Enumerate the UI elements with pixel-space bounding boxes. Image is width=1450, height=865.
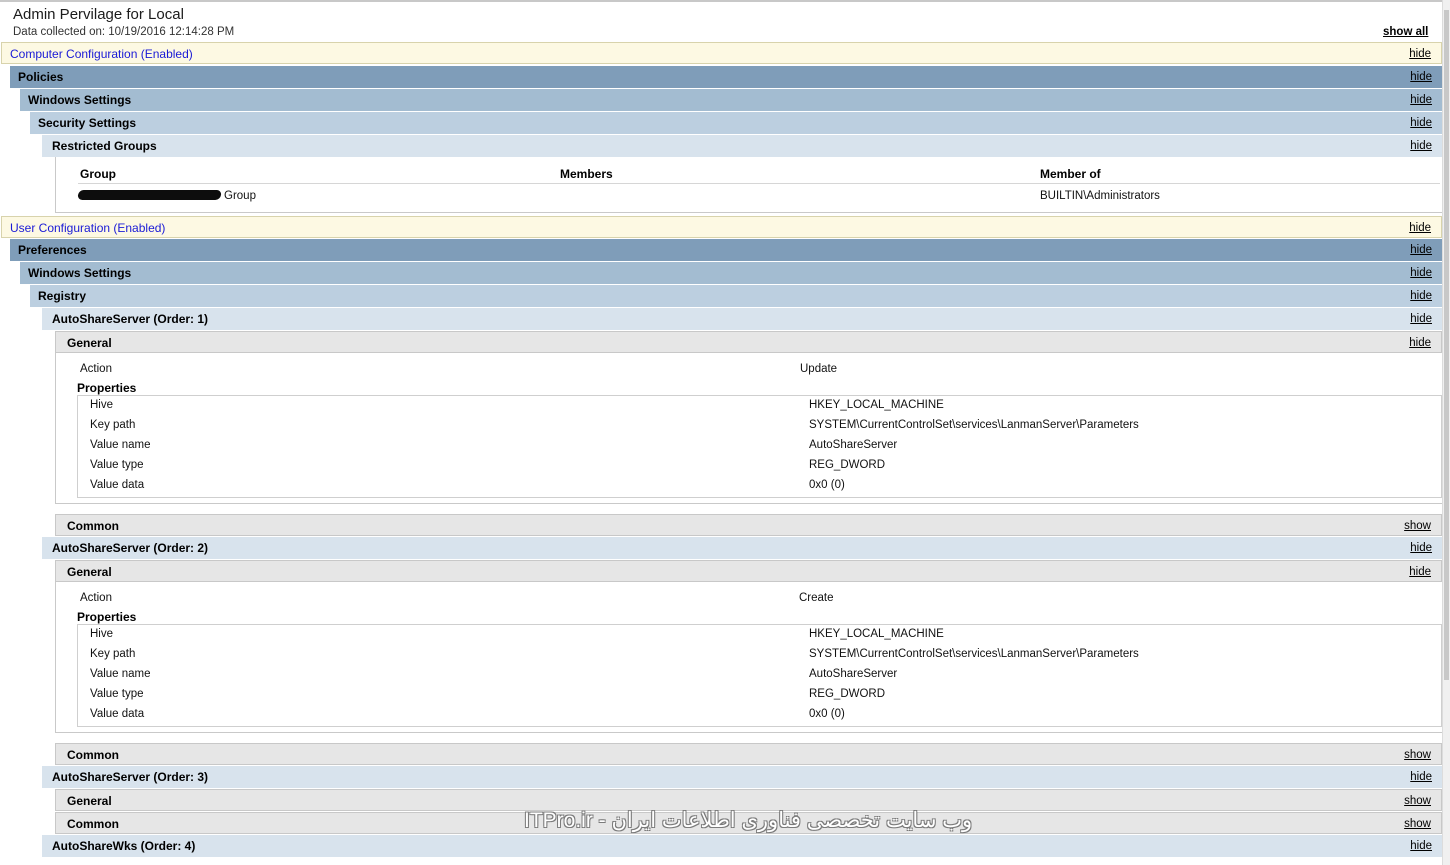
common-label: Common xyxy=(67,519,119,533)
property-value: SYSTEM\CurrentControlSet\services\Lanman… xyxy=(809,648,1139,660)
common-label: Common xyxy=(67,748,119,762)
property-name: Value name xyxy=(90,439,151,451)
user-windows-settings-hide-link[interactable]: hide xyxy=(1410,267,1432,279)
common-section-header[interactable]: Common show xyxy=(55,514,1442,536)
column-header-members: Members xyxy=(560,167,613,181)
data-collected-text: Data collected on: 10/19/2016 12:14:28 P… xyxy=(13,26,235,38)
preferences-hide-link[interactable]: hide xyxy=(1410,244,1432,256)
windows-settings-header[interactable]: Windows Settings hide xyxy=(20,89,1442,111)
report-title: Admin Pervilage for Local xyxy=(13,6,184,23)
registry-item-label: AutoShareWks (Order: 4) xyxy=(52,839,196,853)
property-value: AutoShareServer xyxy=(809,439,898,451)
registry-item-header[interactable]: AutoShareServer (Order: 1) hide xyxy=(42,308,1442,330)
restricted-groups-label: Restricted Groups xyxy=(52,139,157,153)
restricted-groups-panel xyxy=(55,157,1442,213)
policies-header[interactable]: Policies hide xyxy=(10,66,1442,88)
registry-item-header[interactable]: AutoShareWks (Order: 4) hide xyxy=(42,835,1442,857)
registry-item-hide-link[interactable]: hide xyxy=(1410,771,1432,783)
policies-label: Policies xyxy=(18,70,64,84)
security-settings-header[interactable]: Security Settings hide xyxy=(30,112,1442,134)
computer-configuration-label: Computer Configuration (Enabled) xyxy=(10,47,193,61)
properties-table xyxy=(77,624,1442,727)
general-label: General xyxy=(67,794,112,808)
preferences-label: Preferences xyxy=(18,243,87,257)
property-value: AutoShareServer xyxy=(809,668,898,680)
general-section-header[interactable]: General hide xyxy=(55,560,1442,582)
show-all-link[interactable]: show all xyxy=(1383,26,1428,38)
registry-hide-link[interactable]: hide xyxy=(1410,290,1432,302)
computer-configuration-header[interactable]: Computer Configuration (Enabled) hide xyxy=(1,42,1442,64)
registry-header[interactable]: Registry hide xyxy=(30,285,1442,307)
common-label: Common xyxy=(67,817,119,831)
action-label: Action xyxy=(80,363,112,375)
general-hide-link[interactable]: hide xyxy=(1409,337,1431,349)
property-name: Hive xyxy=(90,628,114,640)
properties-table xyxy=(77,395,1442,498)
windows-settings-label: Windows Settings xyxy=(28,93,132,107)
general-show-link[interactable]: show xyxy=(1404,795,1431,807)
registry-item-header[interactable]: AutoShareServer (Order: 3) hide xyxy=(42,766,1442,788)
user-windows-settings-label: Windows Settings xyxy=(28,266,132,280)
common-show-link[interactable]: show xyxy=(1404,749,1431,761)
windows-settings-hide-link[interactable]: hide xyxy=(1410,94,1432,106)
property-name: Value name xyxy=(90,668,151,680)
property-name: Key path xyxy=(90,419,136,431)
preferences-header[interactable]: Preferences hide xyxy=(10,239,1442,261)
registry-item-label: AutoShareServer (Order: 2) xyxy=(52,541,209,555)
registry-item-label: AutoShareServer (Order: 1) xyxy=(52,312,209,326)
scrollbar-thumb[interactable] xyxy=(1444,10,1449,680)
action-value: Create xyxy=(799,592,834,604)
computer-configuration-hide-link[interactable]: hide xyxy=(1409,48,1431,60)
property-name: Hive xyxy=(90,399,114,411)
general-section-header[interactable]: General hide xyxy=(55,331,1442,353)
restricted-groups-hide-link[interactable]: hide xyxy=(1410,140,1432,152)
registry-label: Registry xyxy=(38,289,87,303)
policies-hide-link[interactable]: hide xyxy=(1410,71,1432,83)
common-show-link[interactable]: show xyxy=(1404,520,1431,532)
user-windows-settings-header[interactable]: Windows Settings hide xyxy=(20,262,1442,284)
redacted-group-name xyxy=(77,190,222,200)
properties-heading: Properties xyxy=(77,381,137,395)
column-header-group: Group xyxy=(80,167,116,181)
registry-item-hide-link[interactable]: hide xyxy=(1410,840,1432,852)
property-value: REG_DWORD xyxy=(809,459,886,471)
security-settings-label: Security Settings xyxy=(38,116,137,130)
top-border xyxy=(0,0,1442,2)
group-cell: Group xyxy=(224,190,256,202)
property-value: HKEY_LOCAL_MACHINE xyxy=(809,628,944,640)
property-name: Value data xyxy=(90,479,145,491)
registry-item-hide-link[interactable]: hide xyxy=(1410,542,1432,554)
general-hide-link[interactable]: hide xyxy=(1409,566,1431,578)
action-value: Update xyxy=(800,363,838,375)
site-watermark: ITPro.ir - وب سایت تخصصی فناوری اطلاعات … xyxy=(524,809,973,832)
user-configuration-header[interactable]: User Configuration (Enabled) hide xyxy=(1,216,1442,238)
property-value: 0x0 (0) xyxy=(809,479,845,491)
column-header-member-of: Member of xyxy=(1040,167,1101,181)
action-label: Action xyxy=(80,592,112,604)
property-name: Value type xyxy=(90,459,144,471)
common-section-header[interactable]: Common show xyxy=(55,743,1442,765)
property-value: 0x0 (0) xyxy=(809,708,845,720)
properties-heading: Properties xyxy=(77,610,137,624)
registry-item-hide-link[interactable]: hide xyxy=(1410,313,1432,325)
common-show-link[interactable]: show xyxy=(1404,818,1431,830)
property-value: REG_DWORD xyxy=(809,688,886,700)
registry-item-header[interactable]: AutoShareServer (Order: 2) hide xyxy=(42,537,1442,559)
restricted-groups-header[interactable]: Restricted Groups hide xyxy=(42,135,1442,157)
general-label: General xyxy=(67,565,112,579)
property-name: Value type xyxy=(90,688,144,700)
property-value: SYSTEM\CurrentControlSet\services\Lanman… xyxy=(809,419,1139,431)
user-configuration-hide-link[interactable]: hide xyxy=(1409,222,1431,234)
security-settings-hide-link[interactable]: hide xyxy=(1410,117,1432,129)
table-header-divider xyxy=(78,183,1440,184)
registry-item-label: AutoShareServer (Order: 3) xyxy=(52,770,209,784)
member-of-cell: BUILTIN\Administrators xyxy=(1040,190,1160,202)
property-name: Key path xyxy=(90,648,136,660)
user-configuration-label: User Configuration (Enabled) xyxy=(10,221,166,235)
general-label: General xyxy=(67,336,112,350)
property-name: Value data xyxy=(90,708,145,720)
property-value: HKEY_LOCAL_MACHINE xyxy=(809,399,944,411)
